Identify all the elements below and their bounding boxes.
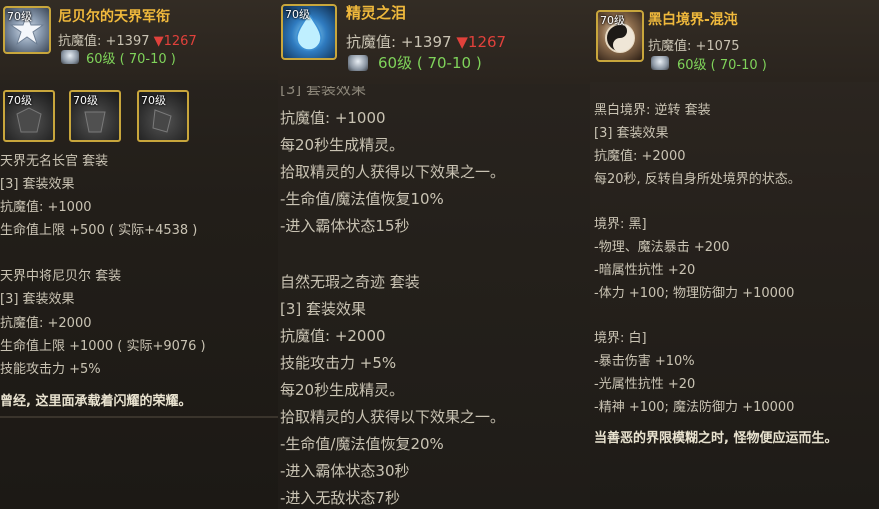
set-name: 黑白境界: 逆转 套装 [594,103,711,118]
set-effect-line: 生命值上限 +1000 ( 实际+9076 ) [0,339,206,354]
set-effect-line: 技能攻击力 +5% [280,354,397,372]
item-name: 尼贝尔的天界军衔 [58,9,170,25]
item-name: 黑白境界-混沌 [648,12,738,28]
star-medal-icon[interactable]: 70级 [3,6,51,54]
set-effect-line: 技能攻击力 +5% [0,362,101,377]
stat-line: 抗魔值: +1397 ▼1267 [346,31,506,52]
gem-icon [651,56,669,70]
realm-effect-line: -光属性抗性 +20 [594,377,696,392]
realm-effect-line: -暗属性抗性 +20 [594,263,696,278]
stat-value: 抗魔值: +1075 [648,39,740,54]
stat-down-value: ▼1267 [153,34,197,49]
gem-icon [61,50,79,64]
stat-line: 抗魔值: +1075 [648,35,740,54]
level-requirement: 60级 ( 70-10 ) [378,54,482,72]
set-name: 天界无名长官 套装 [0,154,109,169]
water-drop-crystal-icon[interactable]: 70级 [281,4,337,60]
set-effect-line: -生命值/魔法值恢复10% [280,190,444,208]
set-effect-line: 每20秒生成精灵。 [280,136,405,154]
set-effect-line: 每20秒, 反转自身所处境界的状态。 [594,172,801,187]
set-effect-line: -进入无敌状态7秒 [280,489,400,507]
set-slot-2[interactable]: 70级 [69,90,121,142]
set-effect-line: 抗魔值: +2000 [594,149,686,164]
armor-piece-icon [16,107,42,133]
stat-value: 抗魔值: +1397 [58,34,150,49]
realm-effect-line: -物理、魔法暴击 +200 [594,240,730,255]
level-requirement: 60级 ( 70-10 ) [86,52,176,67]
stat-line: 抗魔值: +1397 ▼1267 [58,30,197,49]
flavor-text: 曾经, 这里面承载着闪耀的荣耀。 [0,394,192,409]
stat-down-value: ▼1267 [456,33,507,51]
realm-effect-line: -精神 +100; 魔法防御力 +10000 [594,400,795,415]
realm-effect-line: -暴击伤害 +10% [594,354,695,369]
armor-piece-icon [84,111,106,133]
level-requirement: 60级 ( 70-10 ) [677,58,767,73]
item-level: 70级 [285,8,310,21]
yin-yang-orb-icon[interactable]: 70级 [596,10,644,62]
realm-effect-line: -体力 +100; 物理防御力 +10000 [594,286,795,301]
realm-header: 境界: 黑] [594,217,647,232]
gem-icon [348,55,368,71]
realm-header: 境界: 白] [594,331,647,346]
set-name: 自然无瑕之奇迹 套装 [280,273,420,291]
set-effect-line: 抗魔值: +1000 [280,109,386,127]
set-effect-header: [3] 套装效果 [0,292,75,307]
set-effect-header: [3] 套装效果 [594,126,669,141]
armor-piece-icon [152,109,172,133]
set-slot-1[interactable]: 70级 [3,90,55,142]
item-name: 精灵之泪 [346,4,407,22]
tooltip-panel-3: 70级 黑白境界-混沌 抗魔值: +1075 60级 ( 70-10 ) 黑白境… [590,0,879,509]
set-slot-3[interactable]: 70级 [137,90,189,142]
set-effect-header: [3] 套装效果 [280,300,367,318]
set-effect-line: 拾取精灵的人获得以下效果之一。 [280,163,506,181]
tooltip-panel-2: 70级 精灵之泪 抗魔值: +1397 ▼1267 60级 ( 70-10 ) … [278,0,590,509]
set-effect-line: 拾取精灵的人获得以下效果之一。 [280,408,506,426]
set-effect-line: 抗魔值: +2000 [280,327,386,345]
item-level: 70级 [7,10,32,23]
set-effect-line: 抗魔值: +1000 [0,200,92,215]
set-name: 天界中将尼贝尔 套装 [0,269,122,284]
stat-value: 抗魔值: +1397 [346,33,452,51]
set-effect-line: 抗魔值: +2000 [0,316,92,331]
item-level: 70级 [600,14,625,27]
set-effect-line: 每20秒生成精灵。 [280,381,405,399]
set-effect-line: -生命值/魔法值恢复20% [280,435,444,453]
tooltip-panel-1: 70级 尼贝尔的天界军衔 抗魔值: +1397 ▼1267 60级 ( 70-1… [0,0,278,509]
set-effect-line: -进入霸体状态15秒 [280,217,410,235]
set-effect-line: -进入霸体状态30秒 [280,462,410,480]
divider [0,416,278,418]
flavor-text: 当善恶的界限模糊之时, 怪物便应运而生。 [594,431,838,446]
set-effect-line: 生命值上限 +500 ( 实际+4538 ) [0,223,198,238]
set-effect-header: [3] 套装效果 [0,177,75,192]
